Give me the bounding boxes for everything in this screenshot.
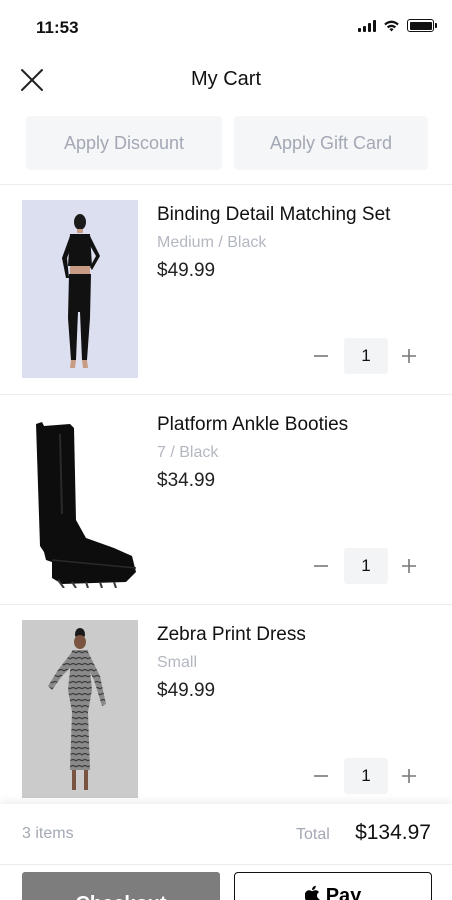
quantity-stepper: 1 — [308, 548, 426, 584]
wifi-icon — [384, 20, 399, 32]
item-count: 3 items — [22, 825, 74, 842]
checkout-button[interactable]: Checkout — [22, 872, 220, 900]
item-name[interactable]: Binding Detail Matching Set — [157, 204, 390, 226]
promo-row: Apply Discount Apply Gift Card — [0, 116, 452, 170]
plus-icon — [402, 769, 416, 783]
decrease-quantity-button[interactable] — [308, 548, 334, 584]
battery-icon — [407, 19, 437, 32]
apple-pay-label: Pay — [325, 885, 362, 900]
minus-icon — [314, 355, 328, 357]
item-variant: Small — [157, 654, 198, 671]
divider — [0, 864, 452, 865]
item-price: $49.99 — [157, 260, 216, 281]
cellular-signal-icon — [358, 19, 376, 32]
item-price: $49.99 — [157, 680, 216, 701]
decrease-quantity-button[interactable] — [308, 338, 334, 374]
quantity-value[interactable]: 1 — [344, 758, 388, 794]
quantity-value[interactable]: 1 — [344, 548, 388, 584]
divider — [0, 184, 452, 185]
apple-pay-button[interactable]: Pay — [234, 872, 432, 900]
increase-quantity-button[interactable] — [396, 758, 422, 794]
apply-gift-card-button[interactable]: Apply Gift Card — [234, 116, 428, 170]
item-price: $34.99 — [157, 470, 216, 491]
header: My Cart — [0, 56, 452, 102]
cart-item: Platform Ankle Booties 7 / Black $34.99 … — [0, 400, 452, 610]
item-variant: 7 / Black — [157, 444, 219, 461]
increase-quantity-button[interactable] — [396, 338, 422, 374]
quantity-stepper: 1 — [308, 758, 426, 794]
item-name[interactable]: Zebra Print Dress — [157, 624, 306, 646]
total-label: Total — [296, 826, 330, 843]
page-title: My Cart — [191, 68, 261, 90]
plus-icon — [402, 559, 416, 573]
product-image-zebra-dress[interactable] — [22, 620, 138, 798]
product-image-matching-set[interactable] — [22, 200, 138, 378]
product-image-ankle-booties[interactable] — [22, 410, 138, 588]
item-variant: Medium / Black — [157, 234, 267, 251]
apply-discount-button[interactable]: Apply Discount — [26, 116, 222, 170]
status-icons — [358, 19, 437, 32]
decrease-quantity-button[interactable] — [308, 758, 334, 794]
divider — [0, 604, 452, 605]
cart-item: Zebra Print Dress Small $49.99 1 — [0, 610, 452, 820]
increase-quantity-button[interactable] — [396, 548, 422, 584]
status-time: 11:53 — [36, 18, 79, 37]
apple-logo-icon — [304, 885, 320, 900]
quantity-stepper: 1 — [308, 338, 426, 374]
minus-icon — [314, 775, 328, 777]
status-bar: 11:53 — [0, 0, 452, 52]
cart-item: Binding Detail Matching Set Medium / Bla… — [0, 190, 452, 400]
plus-icon — [402, 349, 416, 363]
quantity-value[interactable]: 1 — [344, 338, 388, 374]
item-name[interactable]: Platform Ankle Booties — [157, 414, 348, 436]
total-value: $134.97 — [355, 821, 431, 844]
divider — [0, 394, 452, 395]
minus-icon — [314, 565, 328, 567]
order-summary: 3 items Total $134.97 — [0, 804, 452, 864]
